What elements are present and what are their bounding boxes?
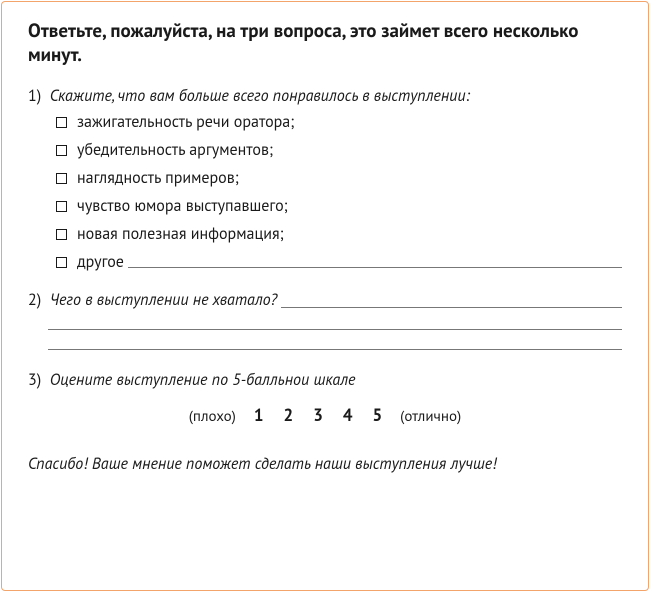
question-2-lines <box>28 312 622 350</box>
list-item: наглядность примеров; <box>56 170 622 186</box>
option-label: наглядность примеров; <box>77 170 239 186</box>
thanks-text: Спасибо! Ваше мнение поможет сделать наш… <box>28 454 622 474</box>
list-item: чувство юмора выступавшего; <box>56 198 622 214</box>
rating-scale: (плохо) 1 2 3 4 5 (отлично) <box>28 404 622 426</box>
scale-value-4[interactable]: 4 <box>343 404 353 426</box>
scale-value-1[interactable]: 1 <box>254 404 264 426</box>
scale-high-label: (отлично) <box>400 407 461 426</box>
write-in-line[interactable] <box>48 332 622 350</box>
question-1-text: Скажите, что вам больше всего понравилос… <box>50 86 470 106</box>
option-label: чувство юмора выступавшего; <box>77 198 288 214</box>
list-item: другое <box>56 254 622 270</box>
question-1-options: зажигательность речи оратора; убедительн… <box>28 114 622 270</box>
write-in-line[interactable] <box>128 267 622 268</box>
list-item: зажигательность речи оратора; <box>56 114 622 130</box>
question-3-text: Оцените выступление по 5-балльнои шкале <box>50 370 356 390</box>
scale-value-2[interactable]: 2 <box>284 404 294 426</box>
checkbox-icon[interactable] <box>56 145 67 156</box>
question-2-number: 2) <box>28 290 41 310</box>
option-label: другое <box>77 254 124 270</box>
checkbox-icon[interactable] <box>56 229 67 240</box>
intro-text: Ответьте, пожалуйста, на три вопроса, эт… <box>28 20 622 68</box>
scale-value-5[interactable]: 5 <box>373 404 383 426</box>
option-label: зажигательность речи оратора; <box>77 114 294 130</box>
question-1: 1) Скажите, что вам больше всего понрави… <box>28 86 622 270</box>
question-2-text: Чего в выступлении не хватало? <box>50 290 278 310</box>
checkbox-icon[interactable] <box>56 257 67 268</box>
write-in-line[interactable] <box>48 312 622 330</box>
question-1-number: 1) <box>28 86 41 106</box>
question-3-number: 3) <box>28 370 41 390</box>
option-label: убедительность аргументов; <box>77 142 273 158</box>
list-item: убедительность аргументов; <box>56 142 622 158</box>
question-3: 3) Оцените выступление по 5-балльнои шка… <box>28 370 622 426</box>
checkbox-icon[interactable] <box>56 117 67 128</box>
checkbox-icon[interactable] <box>56 173 67 184</box>
survey-card: Ответьте, пожалуйста, на три вопроса, эт… <box>1 1 649 591</box>
option-label: новая полезная информация; <box>77 226 284 242</box>
question-2: 2) Чего в выступлении не хватало? <box>28 290 622 350</box>
list-item: новая полезная информация; <box>56 226 622 242</box>
checkbox-icon[interactable] <box>56 201 67 212</box>
question-2-prompt: 2) Чего в выступлении не хватало? <box>28 290 622 310</box>
question-1-prompt: 1) Скажите, что вам больше всего понрави… <box>28 86 622 106</box>
scale-value-3[interactable]: 3 <box>313 404 323 426</box>
scale-low-label: (плохо) <box>189 407 236 426</box>
write-in-line[interactable] <box>281 307 622 308</box>
question-3-prompt: 3) Оцените выступление по 5-балльнои шка… <box>28 370 622 390</box>
